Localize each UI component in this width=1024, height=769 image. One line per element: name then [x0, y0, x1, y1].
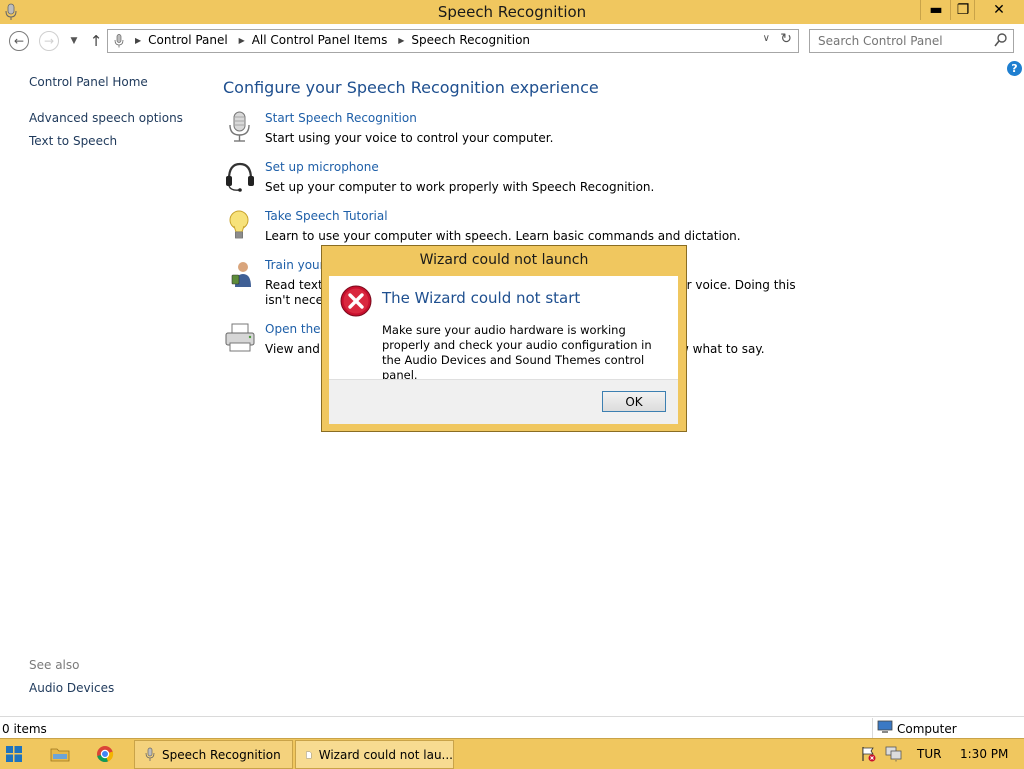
headset-icon	[226, 162, 254, 192]
task-description: Start using your voice to control your c…	[265, 131, 554, 145]
chevron-down-icon: ▼	[70, 36, 78, 46]
task-description-continued: ur voice. Doing this	[679, 278, 796, 292]
dialog-heading: The Wizard could not start	[382, 289, 581, 307]
printer-icon	[225, 323, 255, 352]
sidebar-link-text-to-speech[interactable]: Text to Speech	[29, 134, 117, 148]
task-description-line2: isn't neces	[265, 293, 330, 307]
windows-logo-icon	[6, 746, 22, 762]
sidebar-link-control-panel-home[interactable]: Control Panel Home	[29, 75, 148, 89]
computer-icon	[877, 720, 893, 733]
address-dropdown-icon[interactable]: ∨	[763, 33, 770, 44]
taskbar-item-speech-recognition[interactable]: Speech Recognition	[134, 740, 293, 769]
chevron-right-icon[interactable]: ▶	[398, 36, 404, 45]
clock[interactable]: 1:30 PM	[960, 747, 1008, 761]
close-button[interactable]: ✕	[974, 0, 1023, 20]
error-icon	[340, 285, 372, 317]
arrow-left-icon: ←	[13, 34, 25, 48]
back-button[interactable]: ←	[9, 31, 29, 51]
breadcrumb-speech-recognition[interactable]: Speech Recognition	[411, 33, 530, 47]
start-speech-recognition-link[interactable]: Start Speech Recognition	[265, 111, 417, 125]
take-speech-tutorial-link[interactable]: Take Speech Tutorial	[265, 209, 388, 223]
ok-button[interactable]: OK	[602, 391, 666, 412]
input-language-indicator[interactable]: TUR	[917, 747, 941, 761]
lightbulb-icon	[229, 210, 249, 239]
taskbar: Speech Recognition Wizard could not lau.…	[0, 738, 1024, 769]
task-description: Learn to use your computer with speech. …	[265, 229, 741, 243]
document-icon	[306, 750, 312, 759]
search-box[interactable]	[809, 29, 1014, 53]
status-bar: 0 items Computer	[0, 716, 1024, 739]
chevron-right-icon[interactable]: ▶	[135, 36, 141, 45]
minimize-button[interactable]: ▬	[920, 0, 951, 20]
set-up-microphone-link[interactable]: Set up microphone	[265, 160, 379, 174]
chevron-right-icon[interactable]: ▶	[239, 36, 245, 45]
window-title-bar[interactable]: Speech Recognition ▬ ❐ ✕	[0, 0, 1024, 24]
dialog-footer: OK	[329, 379, 678, 424]
up-button[interactable]: ↑	[86, 31, 106, 51]
task-description: Set up your computer to work properly wi…	[265, 180, 655, 194]
recent-locations-button[interactable]: ▼	[64, 31, 84, 51]
folder-icon	[50, 748, 70, 762]
error-dialog[interactable]: Wizard could not launch The Wizard could…	[321, 245, 687, 432]
location-label: Computer	[897, 722, 957, 736]
taskbar-item-label: Wizard could not lau...	[318, 747, 453, 762]
address-bar[interactable]: ▶ Control Panel ▶ All Control Panel Items …	[107, 29, 799, 53]
task-set-up-microphone: Set up microphone Set up your computer t…	[223, 159, 823, 203]
see-also-label: See also	[29, 658, 80, 672]
sidebar-link-advanced-speech-options[interactable]: Advanced speech options	[29, 111, 183, 125]
microphone-icon	[229, 111, 250, 142]
page-title: Configure your Speech Recognition experi…	[223, 78, 599, 97]
start-button[interactable]	[6, 741, 34, 767]
arrow-right-icon: →	[43, 34, 55, 48]
search-icon[interactable]	[994, 33, 1007, 47]
microphone-icon	[145, 747, 155, 761]
breadcrumb: ▶ Control Panel ▶ All Control Panel Items …	[128, 33, 530, 47]
dialog-body: The Wizard could not start Make sure you…	[329, 276, 678, 424]
task-description-continued: w what to say.	[679, 342, 765, 356]
taskbar-item-wizard-dialog[interactable]: Wizard could not lau...	[295, 740, 454, 769]
window-title: Speech Recognition	[437, 3, 587, 21]
navigation-bar: ← → ▼ ↑ ▶ Control Panel ▶ All Control Pane…	[0, 26, 1024, 56]
action-center-flag-icon[interactable]	[861, 746, 877, 762]
user-icon	[231, 262, 251, 287]
browser-button[interactable]	[96, 741, 122, 767]
item-count: 0 items	[2, 722, 47, 736]
forward-button[interactable]: →	[39, 31, 59, 51]
status-divider	[872, 718, 873, 738]
search-input[interactable]	[816, 33, 990, 49]
help-icon[interactable]: ?	[1007, 61, 1022, 76]
dialog-title: Wizard could not launch	[419, 252, 589, 268]
refresh-icon[interactable]: ↻	[780, 31, 792, 47]
microphone-icon	[114, 34, 124, 48]
breadcrumb-all-items[interactable]: All Control Panel Items	[252, 33, 388, 47]
taskbar-item-label: Speech Recognition	[162, 747, 281, 762]
dialog-message: Make sure your audio hardware is working…	[382, 323, 652, 382]
chrome-icon	[97, 746, 114, 763]
arrow-up-icon: ↑	[89, 32, 103, 50]
file-explorer-button[interactable]	[50, 741, 76, 767]
breadcrumb-control-panel[interactable]: Control Panel	[148, 33, 228, 47]
train-your-computer-link[interactable]: Train your	[265, 258, 325, 272]
maximize-button[interactable]: ❐	[950, 0, 975, 20]
task-start-speech-recognition: Start Speech Recognition Start using you…	[223, 110, 823, 154]
sidebar-link-audio-devices[interactable]: Audio Devices	[29, 681, 114, 695]
network-icon[interactable]	[885, 746, 903, 762]
